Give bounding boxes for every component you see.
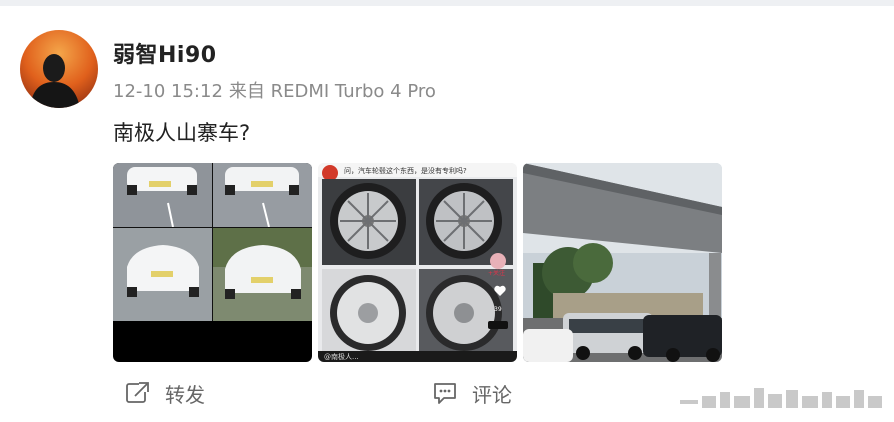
like-count: 39 [494, 306, 502, 313]
comment-label: 评论 [472, 382, 512, 407]
comment-icon [434, 383, 456, 404]
top-divider [0, 0, 894, 6]
share-icon [126, 381, 150, 403]
street-photo-image [523, 163, 722, 362]
car-grid-image [113, 163, 312, 362]
follow-label: +关注 [488, 269, 505, 277]
post-image-3[interactable] [523, 163, 722, 362]
post-time: 12-10 15:12 [113, 81, 223, 102]
post-text: 南极人山寨车? [113, 121, 251, 145]
watermark-image [680, 388, 882, 408]
image-2-caption: 问，汽车轮毂这个东西，是没有专利吗? [344, 166, 467, 175]
post-meta: 12-10 15:12 来自 REDMI Turbo 4 Pro [113, 77, 436, 103]
post-source: 来自 REDMI Turbo 4 Pro [228, 81, 436, 102]
repost-button[interactable]: 转发 [125, 378, 205, 408]
image-2-bottom-text: @南极人... [324, 352, 359, 361]
avatar-image [20, 30, 98, 108]
username[interactable]: 弱智Hi90 [113, 37, 217, 69]
comment-button[interactable]: 评论 [432, 378, 512, 408]
avatar[interactable] [20, 30, 98, 108]
post-image-2[interactable]: 问，汽车轮毂这个东西，是没有专利吗? +关注 39 @南极人... [318, 163, 517, 362]
post-image-1[interactable] [113, 163, 312, 362]
wheel-grid-image: 问，汽车轮毂这个东西，是没有专利吗? +关注 39 @南极人... [318, 163, 517, 362]
repost-label: 转发 [165, 382, 205, 407]
